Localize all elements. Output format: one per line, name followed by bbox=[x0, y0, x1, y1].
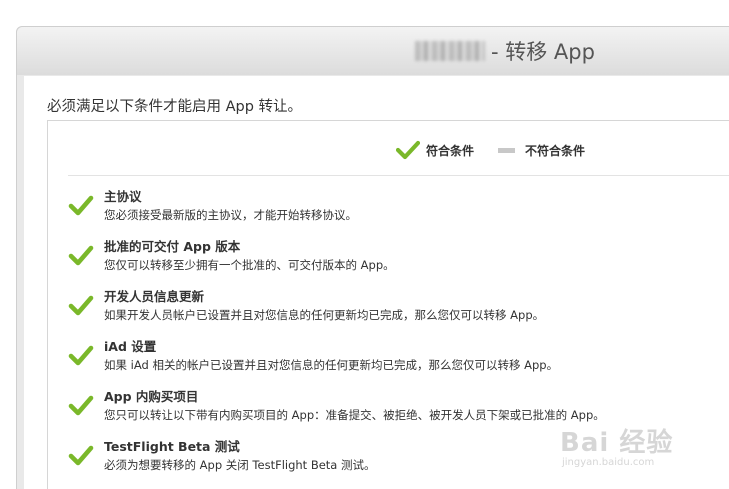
requirement-desc: 您必须接受最新版的主协议，才能开始转移协议。 bbox=[104, 208, 357, 222]
check-icon bbox=[396, 140, 420, 160]
requirement-title: App 内购买项目 bbox=[104, 389, 199, 404]
transfer-app-page: - 转移 App 必须满足以下条件才能启用 App 转让。 符合条件 不符合条件 bbox=[0, 0, 729, 489]
requirement-developer-info: 开发人员信息更新 如果开发人员帐户已设置并且对您信息的任何更新均已完成，那么您仅… bbox=[68, 289, 544, 324]
requirement-desc: 您只可以转让以下带有内购买项目的 App：准备提交、被拒绝、被开发人员下架或已批… bbox=[104, 408, 605, 422]
check-icon bbox=[68, 195, 94, 216]
requirement-title: iAd 设置 bbox=[104, 339, 157, 354]
legend-unmet: 不符合条件 bbox=[498, 142, 585, 159]
legend: 符合条件 不符合条件 bbox=[396, 140, 585, 160]
requirement-master-agreement: 主协议 您必须接受最新版的主协议，才能开始转移协议。 bbox=[68, 189, 357, 224]
intro-text: 必须满足以下条件才能启用 App 转让。 bbox=[47, 99, 303, 115]
check-icon bbox=[68, 295, 94, 316]
dash-icon bbox=[498, 147, 516, 153]
requirement-desc: 必须为想要转移的 App 关闭 TestFlight Beta 测试。 bbox=[104, 458, 376, 472]
app-name-redacted bbox=[415, 41, 485, 61]
legend-divider bbox=[68, 175, 729, 176]
legend-met: 符合条件 bbox=[396, 140, 474, 160]
requirement-desc: 如果 iAd 相关的帐户已设置并且对您信息的任何更新均已完成，那么您仅可以转移 … bbox=[104, 358, 559, 372]
requirements-box: 符合条件 不符合条件 主协议 您必须接受最新版的主协议，才能开始转移协议。 批准… bbox=[47, 120, 729, 489]
panel-header: - 转移 App bbox=[17, 27, 729, 75]
check-icon bbox=[68, 245, 94, 266]
check-icon bbox=[68, 445, 94, 466]
check-icon bbox=[68, 395, 94, 416]
transfer-panel: - 转移 App 必须满足以下条件才能启用 App 转让。 符合条件 不符合条件 bbox=[16, 26, 729, 489]
legend-met-label: 符合条件 bbox=[426, 143, 475, 158]
requirement-title: 批准的可交付 App 版本 bbox=[104, 239, 241, 254]
requirement-in-app-purchases: App 内购买项目 您只可以转让以下带有内购买项目的 App：准备提交、被拒绝、… bbox=[68, 389, 605, 424]
requirement-title: 开发人员信息更新 bbox=[104, 289, 205, 304]
requirement-testflight: TestFlight Beta 测试 必须为想要转移的 App 关闭 TestF… bbox=[68, 439, 376, 474]
requirement-iad-settings: iAd 设置 如果 iAd 相关的帐户已设置并且对您信息的任何更新均已完成，那么… bbox=[68, 339, 558, 374]
requirement-desc: 如果开发人员帐户已设置并且对您信息的任何更新均已完成，那么您仅可以转移 App。 bbox=[104, 308, 545, 322]
requirement-title: TestFlight Beta 测试 bbox=[104, 439, 240, 454]
requirement-approved-version: 批准的可交付 App 版本 您仅可以转移至少拥有一个批准的、可交付版本的 App… bbox=[68, 239, 395, 274]
legend-unmet-label: 不符合条件 bbox=[525, 143, 586, 158]
requirement-desc: 您仅可以转移至少拥有一个批准的、可交付版本的 App。 bbox=[104, 258, 395, 272]
page-title-text: - 转移 App bbox=[491, 40, 595, 64]
panel-content: 必须满足以下条件才能启用 App 转让。 符合条件 不符合条件 主协议 您必须接… bbox=[24, 76, 729, 489]
requirement-title: 主协议 bbox=[104, 189, 142, 204]
check-icon bbox=[68, 345, 94, 366]
page-title: - 转移 App bbox=[415, 37, 595, 65]
